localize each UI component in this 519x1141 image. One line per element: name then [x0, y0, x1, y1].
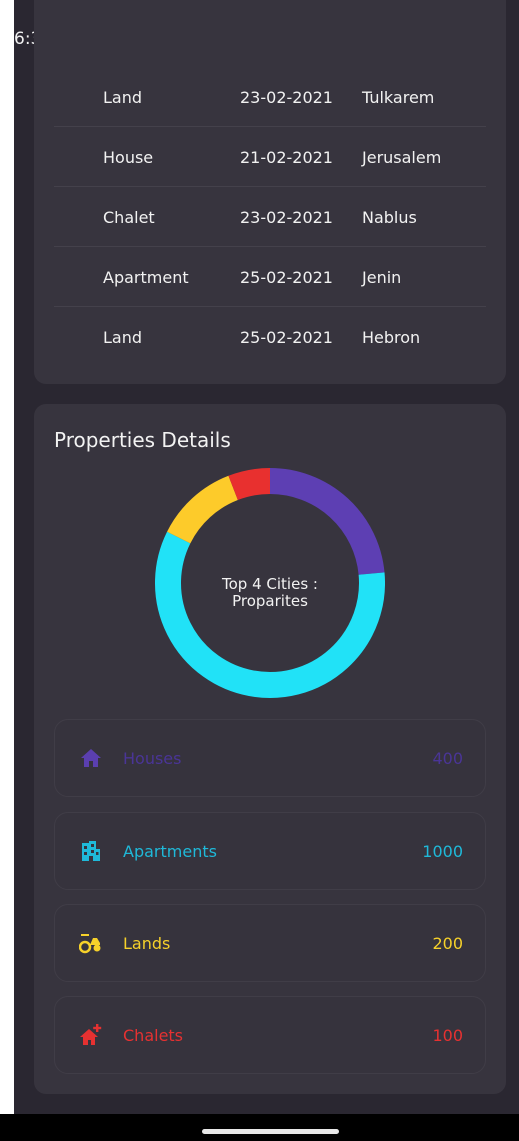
table-row[interactable]: Land 25-02-2021 Hebron — [54, 306, 486, 366]
tractor-icon — [79, 934, 101, 954]
stat-value: 1000 — [422, 842, 463, 861]
properties-details-card: Properties Details Top 4 Cities : Propar… — [34, 404, 506, 1094]
house-icon — [81, 749, 101, 767]
property-city: Hebron — [362, 328, 421, 347]
table-row[interactable]: Land 23-02-2021 Tulkarem — [54, 66, 486, 127]
donut-slice-lands[interactable] — [167, 475, 239, 544]
stat-label: Houses — [123, 749, 182, 768]
table-row[interactable]: House 21-02-2021 Jerusalem — [54, 126, 486, 187]
properties-table-card: Land 23-02-2021 Tulkarem House 21-02-202… — [34, 0, 506, 384]
donut-center-line1: Top 4 Cities : — [222, 575, 318, 593]
property-type: House — [103, 148, 154, 167]
stat-apartments[interactable]: Apartments 1000 — [54, 812, 486, 890]
stat-chalets[interactable]: Chalets 100 — [54, 996, 486, 1074]
stat-label: Lands — [123, 934, 171, 953]
property-city: Jenin — [362, 268, 402, 287]
donut-slice-houses[interactable] — [269, 468, 385, 576]
stat-houses[interactable]: Houses 400 — [54, 719, 486, 797]
donut-center-label: Top 4 Cities : Proparites — [170, 576, 370, 610]
property-type: Apartment — [103, 268, 189, 287]
property-city: Nablus — [362, 208, 417, 227]
property-city: Tulkarem — [362, 88, 435, 107]
property-date: 23-02-2021 — [240, 88, 333, 107]
property-type: Chalet — [103, 208, 155, 227]
stat-value: 400 — [432, 749, 463, 768]
property-type: Land — [103, 88, 143, 107]
donut-slice-apartments[interactable] — [155, 531, 385, 698]
property-type: Land — [103, 328, 143, 347]
stat-lands[interactable]: Lands 200 — [54, 904, 486, 982]
apartment-building-icon — [82, 841, 100, 861]
phone-screen: 6:36 — [14, 0, 519, 1141]
stat-label: Chalets — [123, 1026, 184, 1045]
stat-value: 100 — [432, 1026, 463, 1045]
property-date: 25-02-2021 — [240, 328, 333, 347]
details-title: Properties Details — [54, 428, 231, 452]
navigation-bar — [0, 1114, 519, 1141]
property-date: 25-02-2021 — [240, 268, 333, 287]
donut-center-line2: Proparites — [232, 592, 308, 610]
stat-label: Apartments — [123, 842, 217, 861]
table-row[interactable]: Apartment 25-02-2021 Jenin — [54, 246, 486, 307]
table-row[interactable]: Chalet 23-02-2021 Nablus — [54, 186, 486, 247]
property-city: Jerusalem — [362, 148, 442, 167]
home-gesture-bar[interactable] — [202, 1129, 339, 1134]
property-date: 23-02-2021 — [240, 208, 333, 227]
property-date: 21-02-2021 — [240, 148, 333, 167]
stat-value: 200 — [432, 934, 463, 953]
house-plus-icon — [80, 1024, 102, 1045]
donut-slice-chalets[interactable] — [228, 468, 271, 501]
